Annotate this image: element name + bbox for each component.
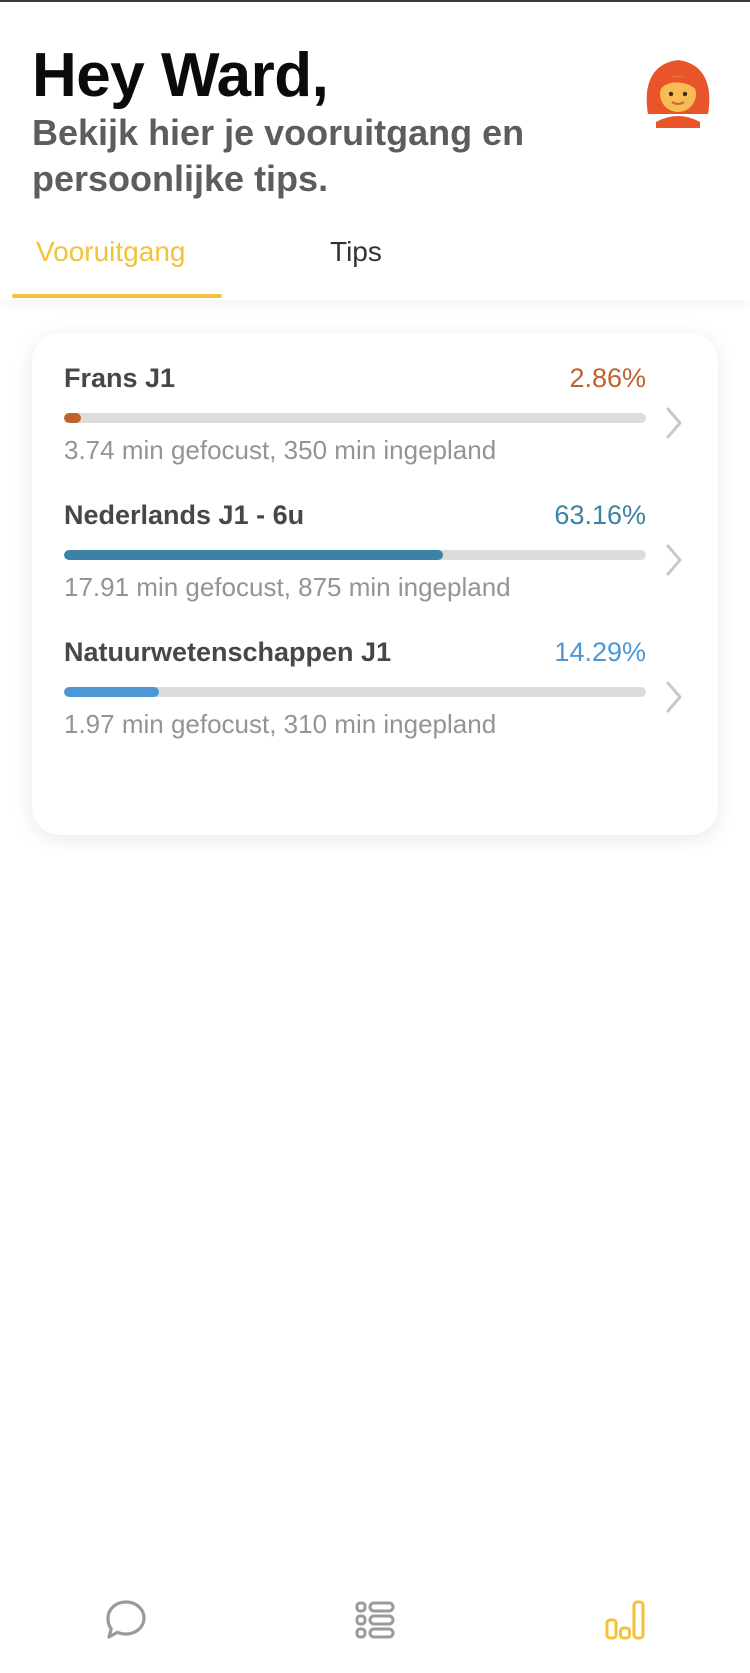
chevron-right-icon[interactable]: [662, 540, 686, 580]
course-meta: 3.74 min gefocust, 350 min ingepland: [64, 435, 497, 465]
avatar[interactable]: [638, 50, 718, 130]
course-row[interactable]: Frans J1 2.86% 3.74 min gefocust, 350 mi…: [32, 333, 718, 465]
progress-bar: [64, 413, 646, 423]
chevron-right-icon[interactable]: [662, 403, 686, 443]
greeting-subtitle: Bekijk hier je vooruitgang en persoonlij…: [32, 112, 525, 199]
list-icon: [355, 1601, 395, 1639]
course-row[interactable]: Natuurwetenschappen J1 14.29% 1.97 min g…: [32, 607, 718, 739]
nav-chat[interactable]: [96, 1590, 156, 1650]
progress-bar: [64, 687, 646, 697]
progress-bar-fill: [64, 413, 81, 423]
tab-tips[interactable]: Tips: [330, 236, 382, 268]
progress-bar-fill: [64, 550, 444, 560]
progress-bar-fill: [64, 687, 159, 697]
course-meta: 1.97 min gefocust, 310 min ingepland: [64, 709, 497, 739]
course-percentage: 63.16%: [554, 500, 646, 530]
course-name: Frans J1: [64, 363, 176, 393]
avatar-icon: [646, 60, 710, 128]
progress-screen: Hey Ward, Bekijk hier je vooruitgang en …: [0, 0, 750, 1673]
nav-stats[interactable]: [595, 1590, 655, 1650]
bottom-nav: [0, 1560, 750, 1673]
course-name: Natuurwetenschappen J1: [64, 637, 392, 667]
nav-list[interactable]: [345, 1590, 405, 1650]
greeting-title: Hey Ward,: [32, 41, 329, 110]
top-divider: [0, 0, 750, 2]
active-tab-indicator: [12, 294, 222, 298]
tab-bar: Vooruitgang Tips: [0, 228, 750, 300]
course-percentage: 2.86%: [569, 363, 646, 393]
course-row[interactable]: Nederlands J1 - 6u 63.16% 17.91 min gefo…: [32, 470, 718, 602]
bar-chart-icon: [605, 1600, 645, 1640]
chat-bubble-icon: [106, 1600, 146, 1639]
progress-card: Frans J1 2.86% 3.74 min gefocust, 350 mi…: [32, 333, 718, 835]
course-name: Nederlands J1 - 6u: [64, 500, 305, 530]
chevron-right-icon[interactable]: [662, 677, 686, 717]
course-meta: 17.91 min gefocust, 875 min ingepland: [64, 572, 511, 602]
tab-vooruitgang[interactable]: Vooruitgang: [36, 236, 185, 268]
course-percentage: 14.29%: [554, 637, 646, 667]
header: Hey Ward, Bekijk hier je vooruitgang en …: [0, 0, 750, 300]
progress-bar: [64, 550, 646, 560]
